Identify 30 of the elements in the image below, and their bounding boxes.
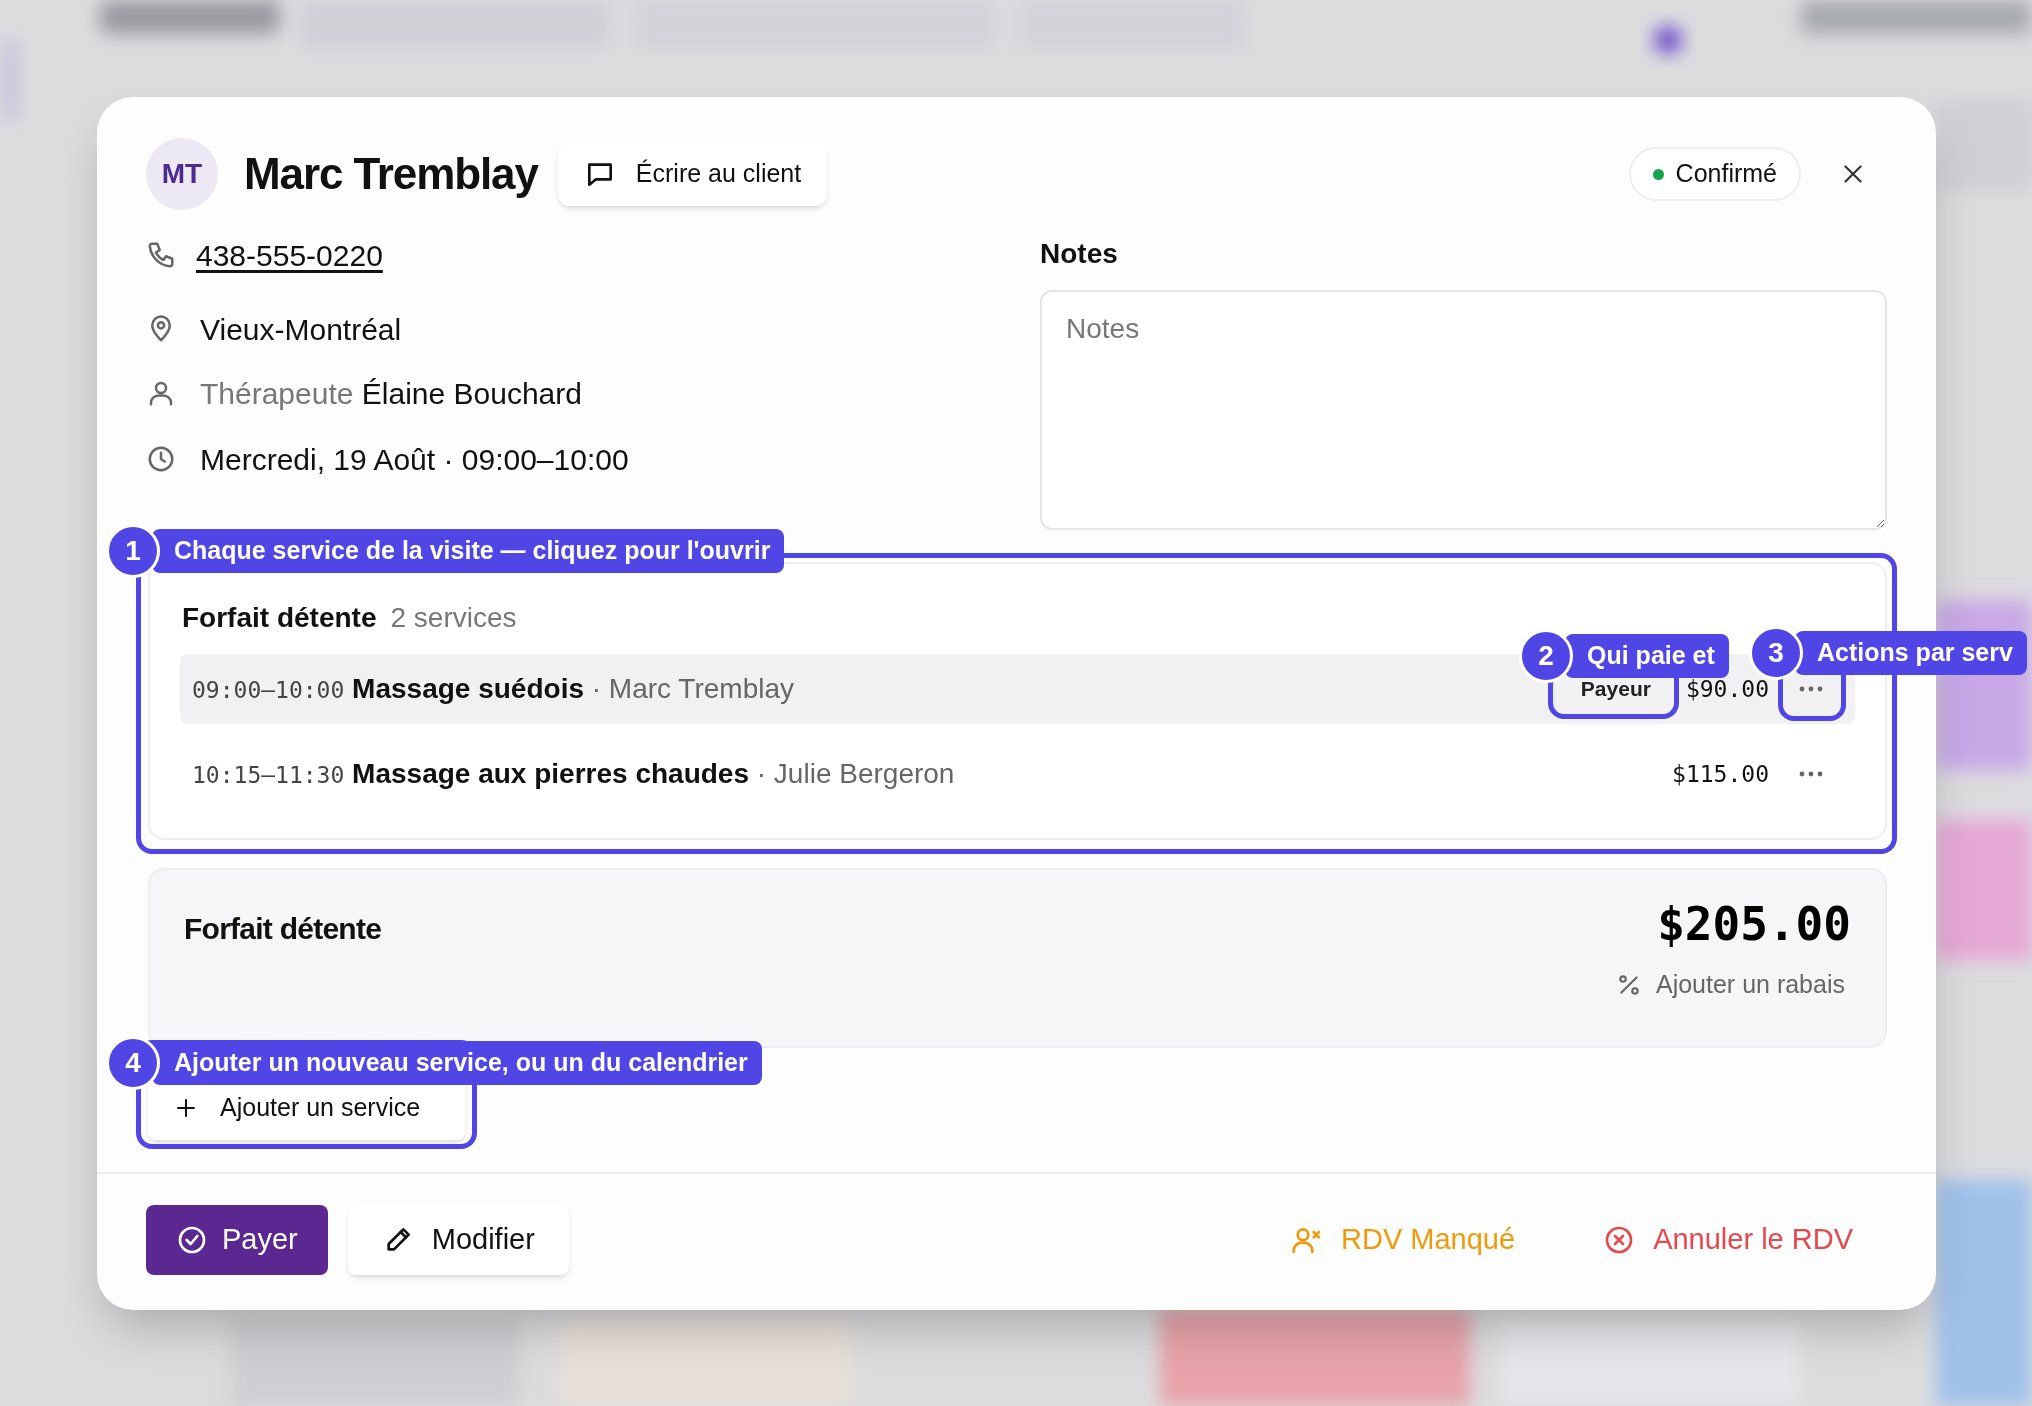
phone-icon (146, 240, 176, 270)
total-label: Forfait détente (184, 911, 382, 947)
status-badge: Confirmé (1628, 147, 1801, 201)
callout-tooltip: Chaque service de la visite — cliquez pour l'ouvrir (152, 529, 785, 573)
more-icon (1798, 685, 1824, 693)
notes-label: Notes (1040, 237, 1119, 271)
service-text: 10:15–11:30 Massage aux pierres chaudes · Julie Bergeron (192, 757, 955, 791)
notes-field[interactable]: Notes (1040, 290, 1887, 530)
avatar: MT (146, 138, 218, 210)
edit-button[interactable]: Modifier (347, 1205, 569, 1275)
service-text: 09:00–10:00 Massage suédois · Marc Tremblay (192, 672, 794, 706)
add-discount-button[interactable]: Ajouter un rabais (1616, 966, 1845, 1004)
cancel-button[interactable]: Annuler le RDV (1599, 1205, 1857, 1275)
therapist-text: Thérapeute Élaine Bouchard (200, 375, 582, 412)
write-to-client-button[interactable]: Écrire au client (557, 142, 828, 206)
pay-button[interactable]: Payer (146, 1205, 328, 1275)
package-name: Forfait détente (182, 601, 377, 635)
check-circle-icon (176, 1224, 208, 1256)
service-price: $115.00 (1672, 759, 1769, 789)
clock-icon (146, 444, 176, 474)
location-text: Vieux-Montréal (200, 311, 402, 348)
more-icon (1798, 770, 1824, 778)
service-count: 2 services (390, 601, 517, 635)
callout-tooltip: Qui paie et (1565, 634, 1729, 678)
date-time-text: Mercredi, 19 Août · 09:00–10:00 (200, 441, 629, 478)
callout-tooltip: Actions par serv (1795, 631, 2027, 675)
client-name: Marc Tremblay (244, 148, 538, 200)
total-amount: $205.00 (1657, 896, 1851, 952)
phone-link[interactable]: 438-555-0220 (196, 232, 383, 278)
callout-tooltip: Ajouter un nouveau service, ou un du calendrier (152, 1041, 762, 1085)
